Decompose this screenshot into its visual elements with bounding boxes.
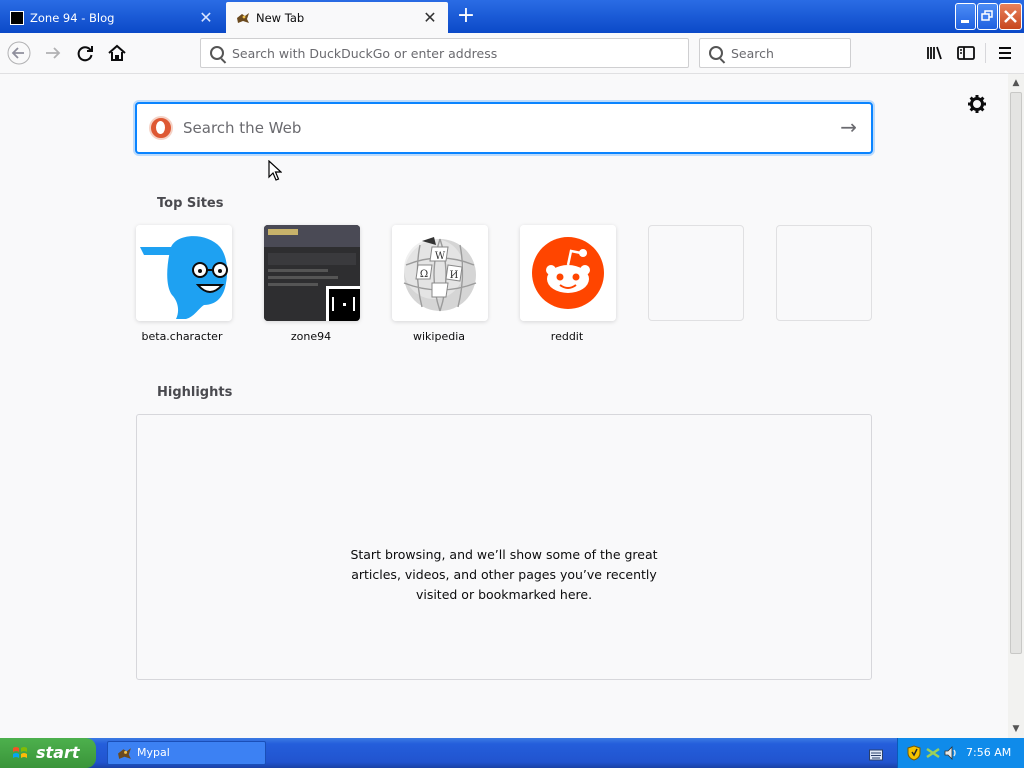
new-tab-plus-icon[interactable]: + — [454, 5, 478, 29]
security-shield-icon[interactable] — [907, 745, 921, 765]
wikipedia-globe: W Ω И — [392, 225, 488, 321]
scroll-up-arrow-icon[interactable]: ▲ — [1010, 76, 1022, 90]
top-site-label: reddit — [550, 330, 584, 343]
start-button[interactable]: start — [0, 738, 96, 768]
taskbar-item-mypal[interactable]: Mypal — [107, 741, 266, 765]
top-site-label: wikipedia — [412, 330, 465, 343]
duckduckgo-icon — [149, 116, 173, 140]
tab-strip: Zone 94 - Blog ✕ New Tab ✕ + — [0, 0, 1024, 33]
taskbar-item-label: Mypal — [137, 746, 170, 759]
zone94-thumbnail — [264, 225, 360, 321]
search-bar[interactable] — [699, 38, 851, 68]
tab-zone94-blog[interactable]: Zone 94 - Blog ✕ — [0, 2, 224, 33]
empty-top-site-tile[interactable] — [648, 225, 744, 321]
close-window-button[interactable] — [999, 3, 1022, 30]
address-input[interactable] — [232, 39, 682, 67]
restore-button[interactable] — [977, 3, 998, 30]
address-bar[interactable] — [200, 38, 689, 68]
tab-title: New Tab — [256, 10, 305, 25]
zone94-favicon — [10, 10, 24, 25]
reddit-logo — [520, 225, 616, 321]
scroll-down-arrow-icon[interactable]: ▼ — [1010, 722, 1022, 736]
minimize-button[interactable] — [955, 3, 976, 30]
windows-logo-icon — [13, 747, 27, 758]
tab-title: Zone 94 - Blog — [30, 10, 115, 25]
top-site-tile-wikipedia[interactable]: W Ω И — [392, 225, 488, 321]
top-site-tile-reddit[interactable] — [520, 225, 616, 321]
start-label: start — [36, 743, 80, 762]
search-icon — [709, 46, 723, 60]
svg-text:W: W — [435, 251, 446, 262]
web-search-input[interactable] — [183, 104, 813, 152]
top-sites-heading: Top Sites — [157, 196, 224, 211]
reload-icon[interactable] — [73, 41, 97, 65]
search-icon — [210, 46, 224, 60]
web-search-box[interactable]: → — [135, 102, 873, 154]
mypal-icon — [118, 748, 131, 759]
library-icon[interactable] — [923, 41, 947, 65]
menu-icon[interactable] — [993, 41, 1017, 65]
highlights-heading: Highlights — [157, 385, 233, 400]
beta-character-logo — [136, 225, 232, 321]
taskbar: start Mypal 7:56 AM — [0, 738, 1024, 768]
gear-icon[interactable] — [966, 94, 988, 116]
mypal-favicon — [236, 11, 250, 25]
network-icon[interactable] — [925, 745, 941, 765]
navigation-toolbar — [0, 33, 1024, 74]
highlights-empty-message: Start browsing, and we’ll show some of t… — [350, 547, 658, 602]
svg-text:И: И — [450, 270, 459, 281]
back-icon[interactable] — [7, 41, 31, 65]
tab-new-tab[interactable]: New Tab ✕ — [226, 2, 448, 33]
clock[interactable]: 7:56 AM — [966, 738, 1011, 768]
close-tab-icon[interactable]: ✕ — [422, 8, 438, 27]
top-site-tile-beta-character[interactable] — [136, 225, 232, 321]
scrollbar-thumb[interactable] — [1010, 92, 1022, 654]
keyboard-icon[interactable] — [869, 746, 883, 761]
mouse-cursor-icon — [268, 159, 283, 186]
sidebar-icon[interactable] — [954, 41, 978, 65]
arrow-right-icon[interactable]: → — [840, 115, 857, 139]
top-site-label: beta.character — [141, 330, 223, 343]
toolbar-separator — [985, 43, 986, 63]
volume-icon[interactable] — [943, 745, 959, 765]
empty-top-site-tile[interactable] — [776, 225, 872, 321]
highlights-panel: Start browsing, and we’ll show some of t… — [136, 414, 872, 680]
search-input[interactable] — [731, 39, 846, 67]
forward-icon[interactable] — [41, 41, 65, 65]
close-tab-icon[interactable]: ✕ — [198, 8, 214, 27]
svg-text:Ω: Ω — [420, 269, 428, 280]
top-site-label: zone94 — [290, 330, 332, 343]
home-icon[interactable] — [105, 41, 129, 65]
top-site-tile-zone94[interactable] — [264, 225, 360, 321]
